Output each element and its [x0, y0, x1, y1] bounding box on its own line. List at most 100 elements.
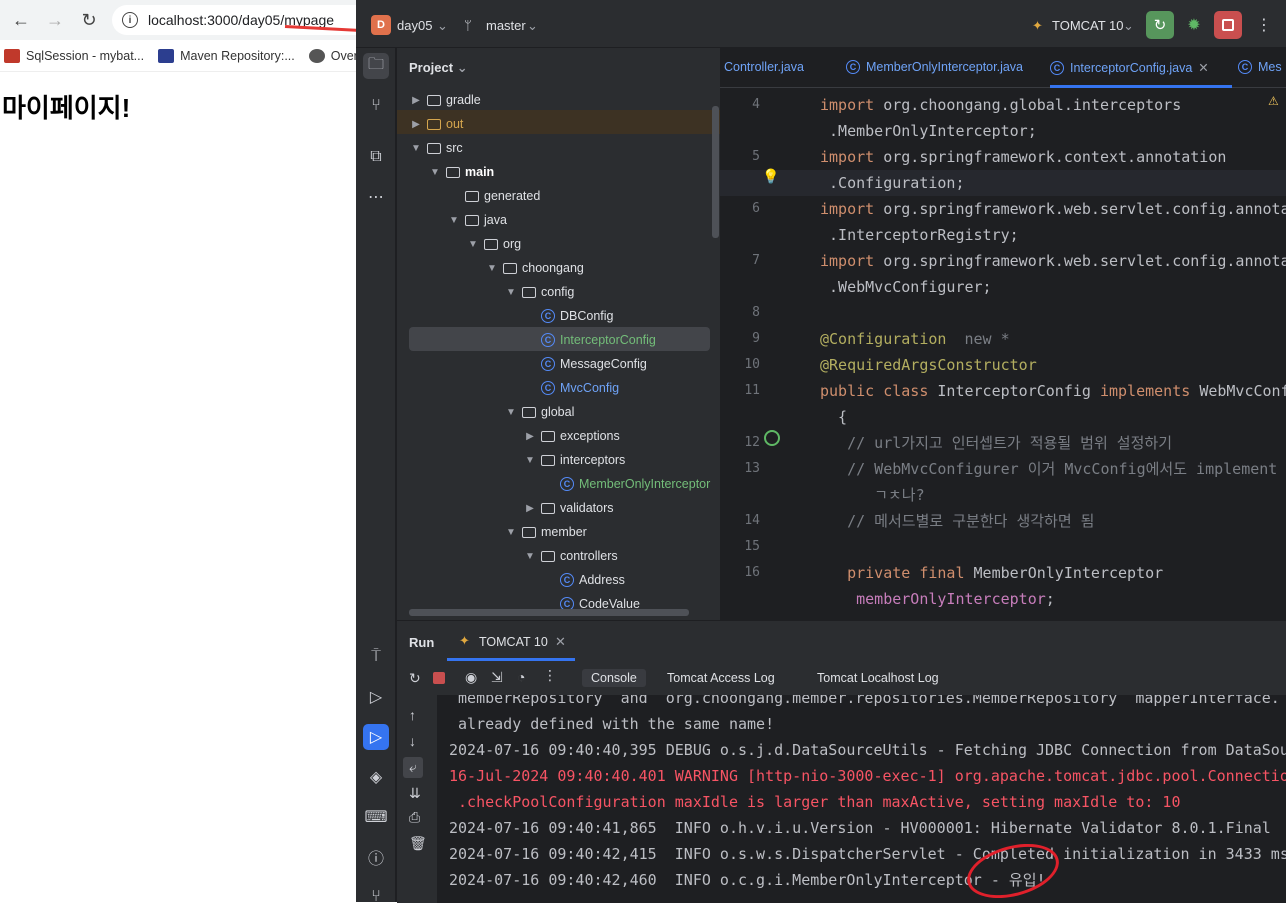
line-number: 5	[752, 149, 760, 164]
tree-scrollbar[interactable]	[712, 106, 719, 238]
chevron-down-icon[interactable]: ▼	[504, 287, 518, 298]
print-icon[interactable]: ⎙	[409, 809, 420, 826]
chevron-right-icon[interactable]: ▶	[409, 95, 423, 106]
problems-icon[interactable]: ⓘ	[363, 844, 389, 870]
editor-tab[interactable]: C InterceptorConfig.java ✕	[1050, 60, 1209, 75]
tree-item-folder[interactable]: ▼ org	[466, 232, 521, 256]
arrow-up-icon[interactable]: ↑	[409, 707, 416, 723]
editor-tab[interactable]: Controller.java	[724, 60, 804, 74]
close-icon[interactable]: ✕	[1198, 60, 1208, 75]
console-subtab[interactable]: Tomcat Access Log	[667, 671, 775, 685]
chevron-right-icon[interactable]: ▶	[523, 431, 537, 442]
bookmark-item[interactable]: Overv	[308, 48, 356, 63]
branch-name[interactable]: master	[486, 18, 526, 33]
tree-item-folder[interactable]: ▼ controllers	[523, 544, 618, 568]
tree-item-folder[interactable]: ▶ out	[409, 112, 463, 136]
scroll-end-icon[interactable]: ⇊	[409, 785, 421, 802]
more-icon[interactable]: ⋮	[1250, 11, 1278, 39]
bookmark-item[interactable]: SqlSession - mybat...	[4, 48, 144, 63]
services-icon[interactable]: ▷	[363, 684, 389, 710]
exit-icon[interactable]: ⇲	[491, 669, 503, 686]
rerun-icon[interactable]: ↻	[409, 670, 421, 687]
chevron-down-icon[interactable]: ▼	[504, 407, 518, 418]
commit-icon[interactable]: ⑂	[363, 93, 389, 119]
tree-item-folder[interactable]: generated	[447, 184, 540, 208]
folder-icon	[522, 406, 536, 418]
tree-item-class[interactable]: C MessageConfig	[523, 352, 647, 376]
bean-icon[interactable]	[764, 430, 780, 446]
console-subtab[interactable]: Tomcat Localhost Log	[817, 671, 939, 685]
more-icon[interactable]: ⋮	[543, 667, 557, 684]
tree-hscrollbar[interactable]	[409, 609, 689, 616]
warning-icon[interactable]: ⚠	[1268, 94, 1279, 108]
camera-icon[interactable]: ◉	[465, 669, 477, 686]
bulb-icon[interactable]: 💡	[762, 168, 779, 185]
tree-item-folder[interactable]: ▼ global	[504, 400, 574, 424]
chevron-right-icon[interactable]: ▶	[523, 503, 537, 514]
structure-icon[interactable]: ⧉	[363, 144, 389, 170]
tree-item-class[interactable]: C MvcConfig	[523, 376, 619, 400]
chevron-down-icon: ⌄	[456, 60, 468, 75]
address-bar[interactable]: i localhost:3000/day05/mypage	[112, 5, 356, 35]
run-config-name[interactable]: TOMCAT 10	[1052, 18, 1124, 33]
debug-icon[interactable]: ✹	[1180, 11, 1208, 39]
editor-tab[interactable]: C MemberOnlyInterceptor.java	[846, 60, 1023, 74]
console-subtab[interactable]: Console	[582, 669, 646, 687]
tree-item-folder[interactable]: ▼ config	[504, 280, 574, 304]
chevron-down-icon[interactable]: ▼	[504, 527, 518, 538]
chevron-down-icon[interactable]: ▼	[523, 455, 537, 466]
soft-wrap-icon[interactable]: ⤶	[403, 757, 423, 778]
chevron-down-icon[interactable]: ⌄	[437, 18, 448, 34]
editor-tab-label: MemberOnlyInterceptor.java	[866, 60, 1024, 74]
chevron-down-icon[interactable]: ▼	[447, 215, 461, 226]
tree-item-folder[interactable]: ▶ validators	[523, 496, 613, 520]
chevron-down-icon[interactable]: ▼	[523, 551, 537, 562]
tree-item-folder[interactable]: ▼ interceptors	[523, 448, 625, 472]
terminal-icon[interactable]: ⌨	[363, 804, 389, 830]
editor-tab[interactable]: C Mes	[1238, 60, 1282, 74]
layers-icon[interactable]: ◈	[363, 764, 389, 790]
trash-icon[interactable]: 🗑	[409, 835, 427, 852]
tree-item-folder[interactable]: ▼ member	[504, 520, 587, 544]
tree-item-class[interactable]: C InterceptorConfig	[523, 328, 656, 352]
gauge-icon[interactable]: ◔	[517, 669, 525, 685]
console-output[interactable]: memberRepository and org.choongang.membe…	[437, 695, 1286, 903]
project-panel-title[interactable]: Project ⌄	[409, 60, 468, 76]
bookmark-item[interactable]: Maven Repository:...	[158, 48, 295, 63]
arrow-down-icon[interactable]: ↓	[409, 733, 416, 749]
chevron-down-icon[interactable]: ▼	[485, 263, 499, 274]
reload-icon[interactable]: ↻	[74, 5, 104, 35]
chevron-right-icon[interactable]: ▶	[409, 119, 423, 130]
rerun-icon[interactable]: ↻	[1146, 11, 1174, 39]
back-icon[interactable]: ←	[6, 5, 36, 35]
close-icon[interactable]: ✕	[555, 634, 566, 650]
forward-icon[interactable]: →	[40, 5, 70, 35]
chevron-down-icon[interactable]: ⌄	[1123, 18, 1134, 34]
console-line: 2024-07-16 09:40:42,460 INFO o.c.g.i.Mem…	[449, 871, 1046, 889]
stop-icon[interactable]	[1214, 11, 1242, 39]
project-badge[interactable]: D	[371, 15, 391, 35]
tree-item-folder[interactable]: ▼ src	[409, 136, 463, 160]
tree-item-class[interactable]: C DBConfig	[523, 304, 614, 328]
site-info-icon[interactable]: i	[122, 12, 138, 28]
tree-item-folder[interactable]: ▶ exceptions	[523, 424, 620, 448]
project-folder-icon[interactable]: 🗀	[363, 53, 389, 79]
tree-item-folder[interactable]: ▶ gradle	[409, 88, 481, 112]
build-icon[interactable]: ⍑	[363, 644, 389, 670]
tree-item-folder[interactable]: ▼ java	[447, 208, 507, 232]
project-name[interactable]: day05	[397, 18, 432, 33]
run-tab-label[interactable]: TOMCAT 10	[479, 635, 548, 649]
run-tool-icon[interactable]: ▷	[363, 724, 389, 750]
tree-item-class[interactable]: C MemberOnlyInterceptor	[542, 472, 710, 496]
tree-item-class[interactable]: C Address	[542, 568, 625, 592]
chevron-down-icon[interactable]: ⌄	[527, 18, 538, 34]
tree-item-folder[interactable]: ▼ choongang	[485, 256, 584, 280]
more-tools-icon[interactable]: ⋯	[363, 184, 389, 210]
chevron-down-icon[interactable]: ▼	[428, 167, 442, 178]
stop-icon[interactable]	[433, 672, 445, 684]
code-area[interactable]: import org.choongang.global.interceptors…	[820, 88, 1286, 620]
chevron-down-icon[interactable]: ▼	[409, 143, 423, 154]
chevron-down-icon[interactable]: ▼	[466, 239, 480, 250]
tree-item-folder[interactable]: ▼ main	[428, 160, 494, 184]
git-icon[interactable]: ⑂	[363, 884, 389, 910]
